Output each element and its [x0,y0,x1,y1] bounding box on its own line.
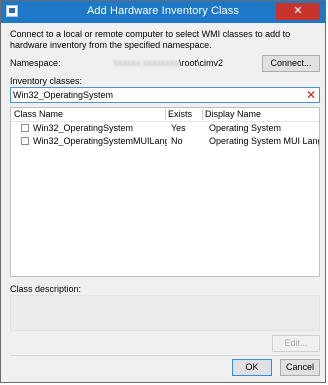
inventory-classes-label: Inventory classes: [10,76,83,86]
class-list-header: Class Name Exists Display Name [11,108,319,122]
exists-cell: Yes [171,123,186,133]
row-checkbox[interactable] [21,124,29,132]
inventory-search-input[interactable] [13,89,298,101]
cancel-button[interactable]: Cancel [280,359,320,376]
namespace-host-redacted: \\xxxxx.xxxxxxxx [113,58,180,68]
display-name-cell: Operating System MUI Langua [209,136,319,146]
namespace-value: \\xxxxx.xxxxxxxx\root\cimv2 [113,58,223,68]
class-name-cell: Win32_OperatingSystem [33,123,134,133]
table-row[interactable]: Win32_OperatingSystem Yes Operating Syst… [11,122,319,135]
class-name-cell: Win32_OperatingSystemMUILanguages [33,136,167,146]
column-separator[interactable] [202,109,203,120]
class-description-box [10,295,320,331]
class-description-label: Class description: [10,284,82,294]
clear-search-icon[interactable]: ✕ [306,88,316,102]
class-list[interactable]: Class Name Exists Display Name Win32_Ope… [10,107,320,277]
dialog-window: Add Hardware Inventory Class ✕ Connect t… [0,0,326,383]
column-header-exists[interactable]: Exists [168,109,192,120]
namespace-path: \root\cimv2 [179,58,224,68]
namespace-label: Namespace: [10,58,61,68]
close-button[interactable]: ✕ [276,3,320,20]
dialog-description: Connect to a local or remote computer to… [10,29,291,50]
footer-divider [10,355,320,356]
display-name-cell: Operating System [209,123,282,133]
connect-button[interactable]: Connect... [262,55,320,72]
column-header-display-name[interactable]: Display Name [205,109,261,120]
column-header-class-name[interactable]: Class Name [14,109,63,120]
inventory-search-box[interactable]: ✕ [10,87,320,103]
title-bar[interactable]: Add Hardware Inventory Class ✕ [1,1,325,23]
column-separator[interactable] [165,109,166,120]
edit-button[interactable]: Edit... [272,335,320,352]
table-row[interactable]: Win32_OperatingSystemMUILanguages No Ope… [11,135,319,148]
ok-button[interactable]: OK [232,359,272,376]
row-checkbox[interactable] [21,137,29,145]
exists-cell: No [171,136,183,146]
